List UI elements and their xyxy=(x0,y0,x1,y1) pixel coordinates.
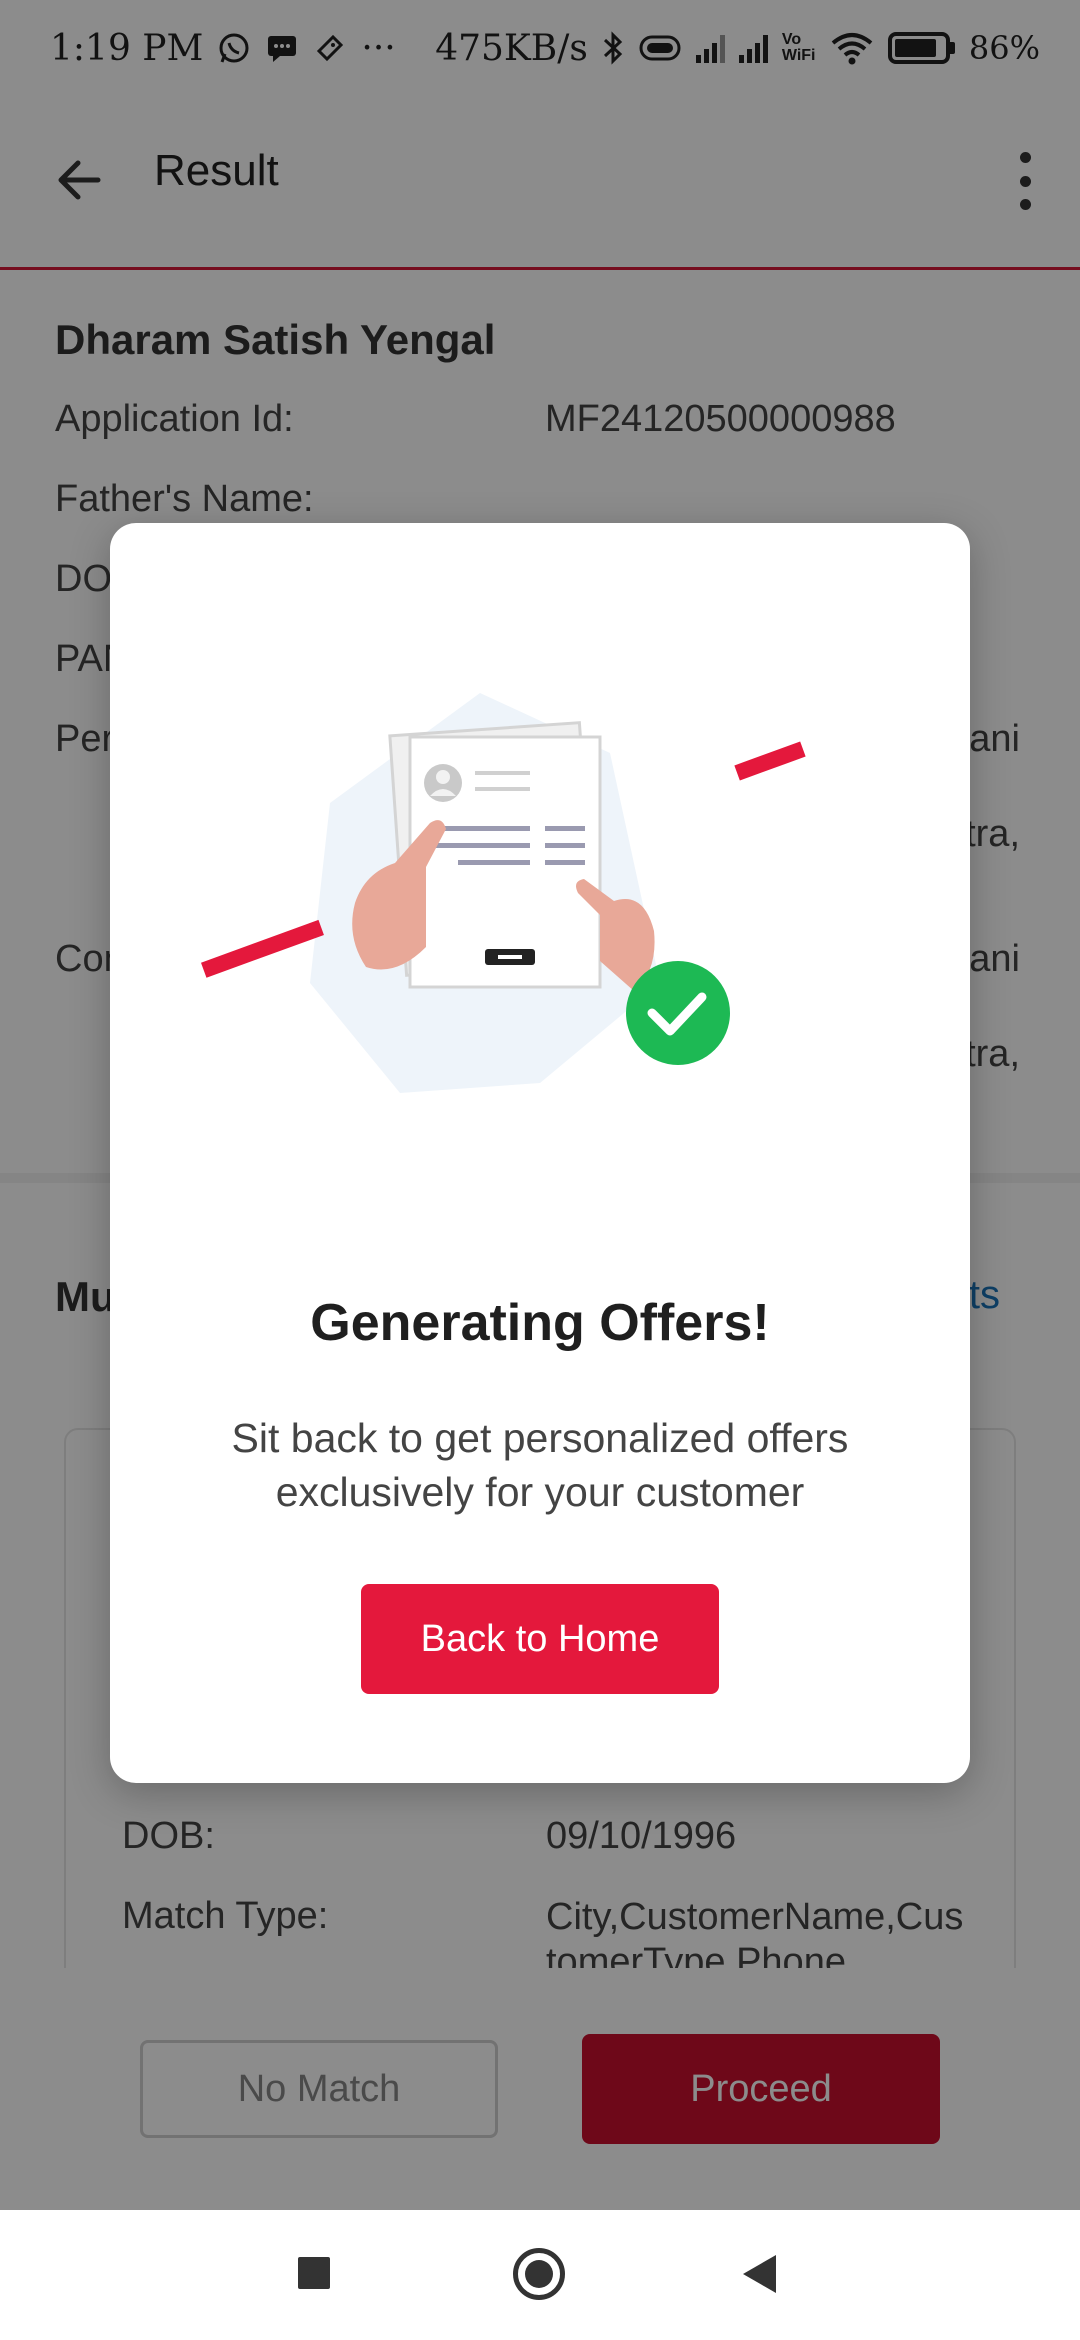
triangle-back-icon[interactable] xyxy=(743,2255,776,2293)
square-icon[interactable] xyxy=(298,2257,330,2289)
system-nav-bar xyxy=(0,2210,1080,2340)
generating-offers-dialog: Generating Offers! Sit back to get perso… xyxy=(110,523,970,1783)
dialog-title: Generating Offers! xyxy=(310,1294,770,1352)
circle-home-icon[interactable] xyxy=(513,2248,565,2300)
dialog-description: Sit back to get personalized offers excl… xyxy=(231,1415,849,1515)
back-to-home-button[interactable]: Back to Home xyxy=(361,1584,719,1694)
document-check-illustration xyxy=(200,683,880,1153)
